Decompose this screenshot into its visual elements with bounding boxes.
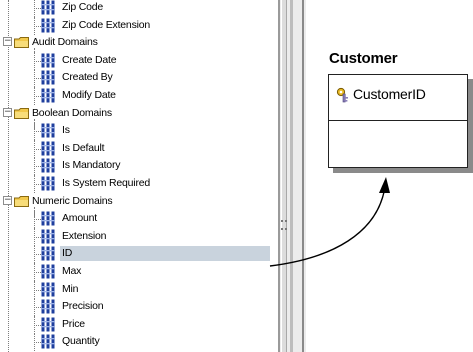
tree-item-label[interactable]: Quantity <box>60 334 102 349</box>
tree-item-row[interactable]: Amount <box>0 210 278 229</box>
tree-item-row[interactable]: Min <box>0 280 278 299</box>
tree-item-row[interactable]: ID <box>0 245 278 264</box>
panel-splitter[interactable] <box>278 0 306 352</box>
key-icon <box>336 87 348 103</box>
domain-icon <box>41 18 55 33</box>
tree-item-row[interactable]: Create Date <box>0 51 278 70</box>
entity-nonkey-area[interactable] <box>329 121 467 167</box>
tree-item-row[interactable]: Is Mandatory <box>0 157 278 176</box>
customer-entity[interactable]: CustomerID <box>328 74 468 168</box>
domain-icon <box>41 264 55 279</box>
tree-item-row[interactable]: Is Default <box>0 139 278 158</box>
folder-icon <box>14 195 29 207</box>
domain-icon <box>41 176 55 191</box>
tree-item-label[interactable]: Extension <box>60 229 108 244</box>
entity-key-area[interactable]: CustomerID <box>329 75 467 121</box>
folder-icon <box>14 37 29 49</box>
tree-item-row[interactable]: Max <box>0 263 278 281</box>
domain-icon <box>41 282 55 297</box>
tree-branch-line <box>34 342 41 344</box>
tree-item-label[interactable]: Is <box>60 123 72 138</box>
tree-branch-line <box>34 8 41 9</box>
domain-icon <box>41 229 55 244</box>
domain-icon <box>41 123 55 138</box>
tree-item-row[interactable]: Created By <box>0 69 278 88</box>
canvas-edge <box>302 0 304 352</box>
folder-label[interactable]: Numeric Domains <box>30 194 114 209</box>
tree-item-label[interactable]: Zip Code <box>60 0 105 15</box>
tree-item-label[interactable]: Created By <box>60 70 115 85</box>
tree-item-label[interactable]: Is System Required <box>60 176 152 191</box>
tree-item-label[interactable]: Modify Date <box>60 88 118 103</box>
collapse-toggle-icon[interactable]: − <box>3 107 12 117</box>
collapse-toggle-icon[interactable]: − <box>3 195 12 205</box>
tree-branch-line <box>34 60 41 62</box>
tree-branch-line <box>34 272 41 273</box>
tree-item-row[interactable]: Zip Code Extension <box>0 16 278 35</box>
splitter-shade <box>290 0 293 352</box>
tree-branch-line <box>34 254 41 256</box>
tree-folder-row[interactable]: − Numeric Domains <box>0 193 278 217</box>
domain-icon <box>41 0 55 15</box>
tree-branch-line <box>34 131 41 133</box>
tree-folder-row[interactable]: − Audit Domains <box>0 34 278 59</box>
tree-branch-line <box>34 184 41 185</box>
tree-branch-line <box>34 289 41 291</box>
folder-label[interactable]: Boolean Domains <box>30 106 114 121</box>
tree-item-row[interactable]: Is System Required <box>0 175 278 193</box>
tree-item-row[interactable]: Zip Code <box>0 0 278 17</box>
tree-branch-line <box>34 25 41 27</box>
tree-branch-line <box>34 324 41 326</box>
tree-branch-line <box>34 166 41 168</box>
tree-branch-line <box>34 236 41 238</box>
tree-item-row[interactable]: Price <box>0 315 278 334</box>
tree-branch-line <box>34 148 41 150</box>
domain-icon <box>41 158 55 173</box>
domain-icon <box>41 334 55 349</box>
splitter-handle[interactable] <box>281 0 287 352</box>
entity-title: Customer <box>329 50 398 67</box>
tree-branch-line <box>34 78 41 80</box>
tree-item-row[interactable]: Modify Date <box>0 87 278 105</box>
splitter-border <box>278 0 280 352</box>
splitter-grip-icon[interactable] <box>281 220 287 230</box>
tree-item-row[interactable]: Quantity <box>0 333 278 352</box>
tree-item-label[interactable]: Zip Code Extension <box>60 18 152 33</box>
collapse-toggle-icon[interactable]: − <box>3 37 12 47</box>
tree-item-label-selected[interactable]: ID <box>60 246 270 262</box>
domain-icon <box>41 317 55 332</box>
domain-icon <box>41 211 55 226</box>
tree-item-row[interactable]: Precision <box>0 298 278 317</box>
tree-branch-line <box>34 307 41 309</box>
tree-item-label[interactable]: Precision <box>60 299 105 314</box>
domain-icon <box>41 299 55 314</box>
domain-icon <box>41 53 55 68</box>
domain-tree[interactable]: Zip Code Zip Code Extension − Audit Domains… <box>0 0 278 352</box>
tree-item-label[interactable]: Is Default <box>60 141 106 156</box>
tree-branch-line <box>34 219 41 221</box>
domain-icon <box>41 141 55 156</box>
tree-item-label[interactable]: Amount <box>60 211 99 226</box>
tree-item-label[interactable]: Max <box>60 264 83 279</box>
tree-folder-row[interactable]: − Boolean Domains <box>0 105 278 129</box>
tree-item-label[interactable]: Min <box>60 282 80 297</box>
tree-item-label[interactable]: Price <box>60 317 87 332</box>
domain-icon <box>41 88 55 103</box>
folder-label[interactable]: Audit Domains <box>30 35 100 50</box>
tree-item-row[interactable]: Extension <box>0 227 278 246</box>
tree-item-label[interactable]: Is Mandatory <box>60 158 122 173</box>
domain-icon <box>41 70 55 85</box>
tree-item-label[interactable]: Create Date <box>60 53 118 68</box>
domain-icon <box>41 246 55 261</box>
folder-icon <box>14 107 29 119</box>
attribute-customerid[interactable]: CustomerID <box>353 86 426 102</box>
tree-item-row[interactable]: Is <box>0 122 278 141</box>
tree-branch-line <box>34 96 41 97</box>
